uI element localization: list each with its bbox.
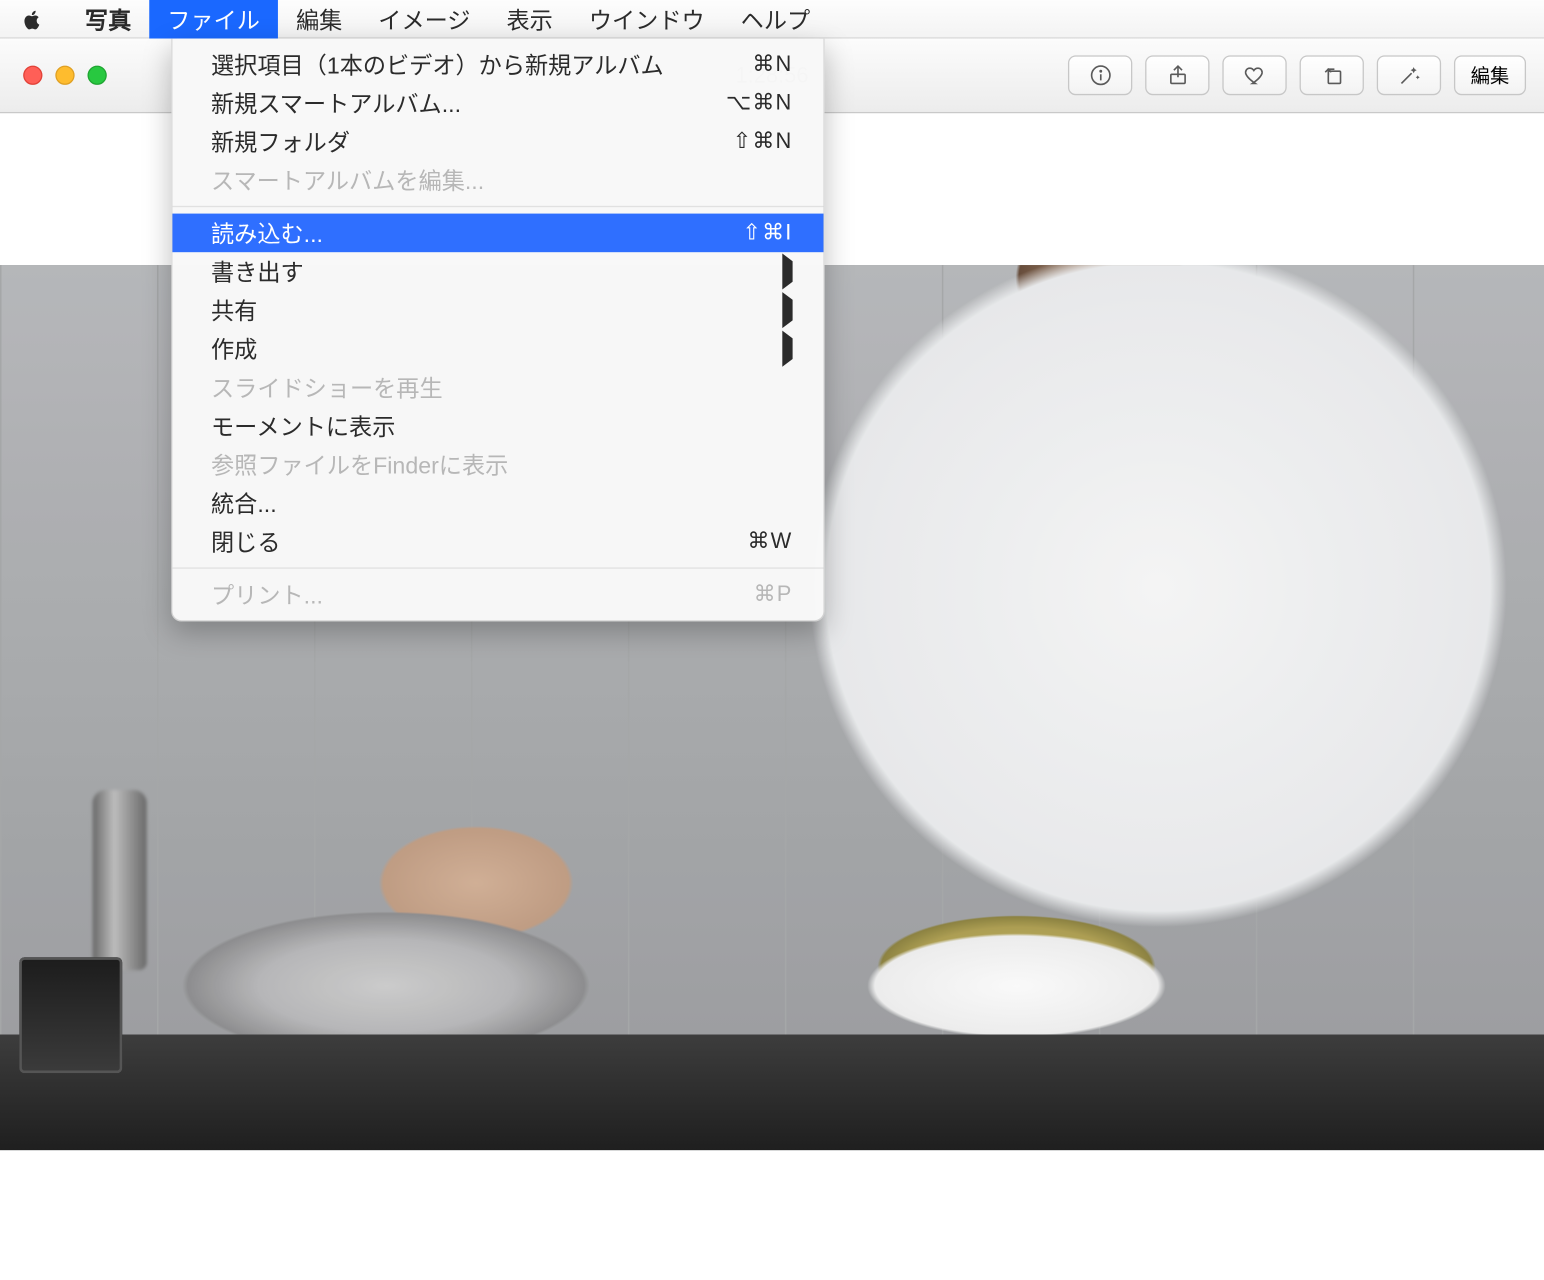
menu-separator <box>172 206 823 207</box>
menu-create[interactable]: 作成 <box>172 329 823 368</box>
menu-item-label: スマートアルバムを編集... <box>211 163 484 196</box>
apple-menu-icon[interactable] <box>18 5 46 33</box>
menu-item-label: 新規スマートアルバム... <box>211 86 461 119</box>
share-button[interactable] <box>1145 55 1209 95</box>
menu-item-label: 新規フォルダ <box>211 125 350 158</box>
menu-print: プリント... ⌘P <box>172 575 823 614</box>
app-name[interactable]: 写真 <box>67 0 149 38</box>
menu-show-referenced-in-finder: 参照ファイルをFinderに表示 <box>172 445 823 484</box>
menu-separator <box>172 567 823 568</box>
blank-area <box>0 1150 1544 1261</box>
menu-edit-smart-album: スマートアルバムを編集... <box>172 161 823 200</box>
product-box <box>19 957 122 1073</box>
menu-item-label: 閉じる <box>211 525 280 558</box>
favorite-button[interactable] <box>1222 55 1286 95</box>
info-button[interactable] <box>1068 55 1132 95</box>
system-menubar: 写真 ファイル 編集 イメージ 表示 ウインドウ ヘルプ <box>0 0 1544 39</box>
submenu-indicator-icon <box>782 261 792 282</box>
menu-edit[interactable]: 編集 <box>278 0 360 38</box>
fullscreen-window-button[interactable] <box>87 66 106 85</box>
menu-item-label: 作成 <box>211 332 257 365</box>
menu-item-shortcut: ⇧⌘N <box>733 129 793 155</box>
menu-image[interactable]: イメージ <box>360 0 488 38</box>
menu-new-smart-album[interactable]: 新規スマートアルバム... ⌥⌘N <box>172 84 823 123</box>
menu-window[interactable]: ウインドウ <box>571 0 723 38</box>
window-controls <box>23 66 107 85</box>
menu-export[interactable]: 書き出す <box>172 252 823 291</box>
menu-consolidate[interactable]: 統合... <box>172 484 823 523</box>
menu-item-label: 選択項目（1本のビデオ）から新規アルバム <box>211 48 664 81</box>
menu-new-album-from-selection[interactable]: 選択項目（1本のビデオ）から新規アルバム ⌘N <box>172 45 823 84</box>
menu-view[interactable]: 表示 <box>488 0 570 38</box>
cocktail-shaker <box>93 790 147 970</box>
menu-item-shortcut: ⌘W <box>748 529 793 555</box>
submenu-indicator-icon <box>782 338 792 359</box>
menu-item-label: プリント... <box>211 578 323 611</box>
minimize-window-button[interactable] <box>55 66 74 85</box>
menu-item-label: 統合... <box>211 486 277 519</box>
menu-item-label: スライドショーを再生 <box>211 371 443 404</box>
menu-item-label: 共有 <box>211 293 257 326</box>
close-window-button[interactable] <box>23 66 42 85</box>
counter-surface <box>0 1035 1544 1151</box>
menu-item-label: モーメントに表示 <box>211 409 395 442</box>
menu-show-in-moment[interactable]: モーメントに表示 <box>172 407 823 446</box>
menu-item-shortcut: ⇧⌘I <box>742 220 792 246</box>
menu-item-label: 読み込む... <box>211 216 323 249</box>
menu-share[interactable]: 共有 <box>172 291 823 330</box>
menu-item-shortcut: ⌥⌘N <box>726 90 793 116</box>
menu-item-label: 書き出す <box>211 255 304 288</box>
menu-close[interactable]: 閉じる ⌘W <box>172 522 823 561</box>
menu-item-label: 参照ファイルをFinderに表示 <box>211 448 508 481</box>
menu-play-slideshow: スライドショーを再生 <box>172 368 823 407</box>
menu-item-shortcut: ⌘N <box>752 51 792 77</box>
menu-import[interactable]: 読み込む... ⇧⌘I <box>172 214 823 253</box>
menu-new-folder[interactable]: 新規フォルダ ⇧⌘N <box>172 122 823 161</box>
rotate-button[interactable] <box>1300 55 1364 95</box>
auto-enhance-button[interactable] <box>1377 55 1441 95</box>
file-menu-dropdown: 選択項目（1本のビデオ）から新規アルバム ⌘N 新規スマートアルバム... ⌥⌘… <box>171 39 825 622</box>
submenu-indicator-icon <box>782 300 792 321</box>
menu-item-shortcut: ⌘P <box>754 582 793 608</box>
menu-file[interactable]: ファイル <box>149 0 278 38</box>
edit-button[interactable]: 編集 <box>1454 55 1526 95</box>
menu-help[interactable]: ヘルプ <box>723 0 829 38</box>
